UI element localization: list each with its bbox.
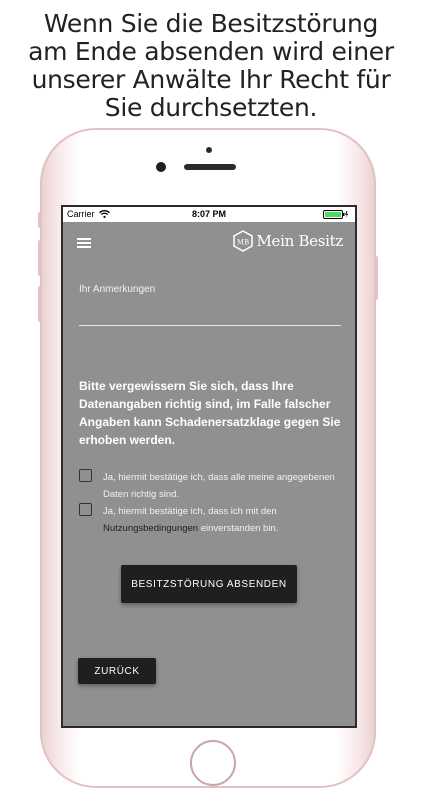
volume-up-button: [38, 240, 42, 276]
volume-down-button: [38, 286, 42, 322]
status-bar: Carrier 8:07 PM: [63, 207, 355, 222]
confirm-terms-prefix: Ja, hiermit bestätige ich, dass ich mit …: [103, 506, 277, 517]
confirm-terms-checkbox[interactable]: [79, 503, 92, 516]
earpiece-speaker: [184, 164, 236, 170]
confirm-terms-suffix: einverstanden bin.: [198, 523, 279, 534]
headline-line-1: Wenn Sie die Besitzstörung: [43, 9, 379, 38]
home-button[interactable]: [190, 740, 236, 786]
data-accuracy-warning: Bitte vergewissern Sie sich, dass Ihre D…: [79, 379, 341, 447]
notes-input[interactable]: [79, 299, 341, 326]
app-screen: Carrier 8:07 PM MB Mein Besitz Ihr Anmer…: [61, 205, 357, 728]
notes-label: Ihr Anmerkungen: [79, 284, 156, 295]
logo-mark: MB: [236, 239, 248, 247]
promo-headline: Wenn Sie die Besitzstörung am Ende absen…: [0, 10, 422, 122]
confirm-data-checkbox[interactable]: [79, 469, 92, 482]
front-camera: [206, 147, 212, 153]
headline-line-2: am Ende absenden wird einer: [28, 37, 394, 66]
headline-line-4: Sie durchsetzten.: [104, 93, 318, 122]
confirm-terms-text: Ja, hiermit bestätige ich, dass ich mit …: [103, 503, 335, 537]
power-button: [374, 256, 378, 300]
submit-button[interactable]: BESITZSTÖRUNG ABSENDEN: [121, 565, 297, 603]
status-time: 8:07 PM: [191, 209, 226, 219]
mute-switch: [38, 212, 42, 228]
confirm-data-text: Ja, hiermit bestätige ich, dass alle mei…: [103, 472, 335, 500]
app-logo: MB Mein Besitz: [232, 230, 344, 252]
battery-icon: [323, 210, 349, 219]
proximity-sensor: [156, 162, 166, 172]
logo-icon: MB: [232, 230, 253, 252]
back-button[interactable]: ZURÜCK: [78, 658, 156, 684]
terms-link[interactable]: Nutzungsbedingungen: [103, 523, 198, 534]
logo-text: Mein Besitz: [256, 232, 344, 250]
menu-icon[interactable]: [77, 238, 91, 248]
headline-line-3: unserer Anwälte Ihr Recht für: [31, 65, 391, 94]
